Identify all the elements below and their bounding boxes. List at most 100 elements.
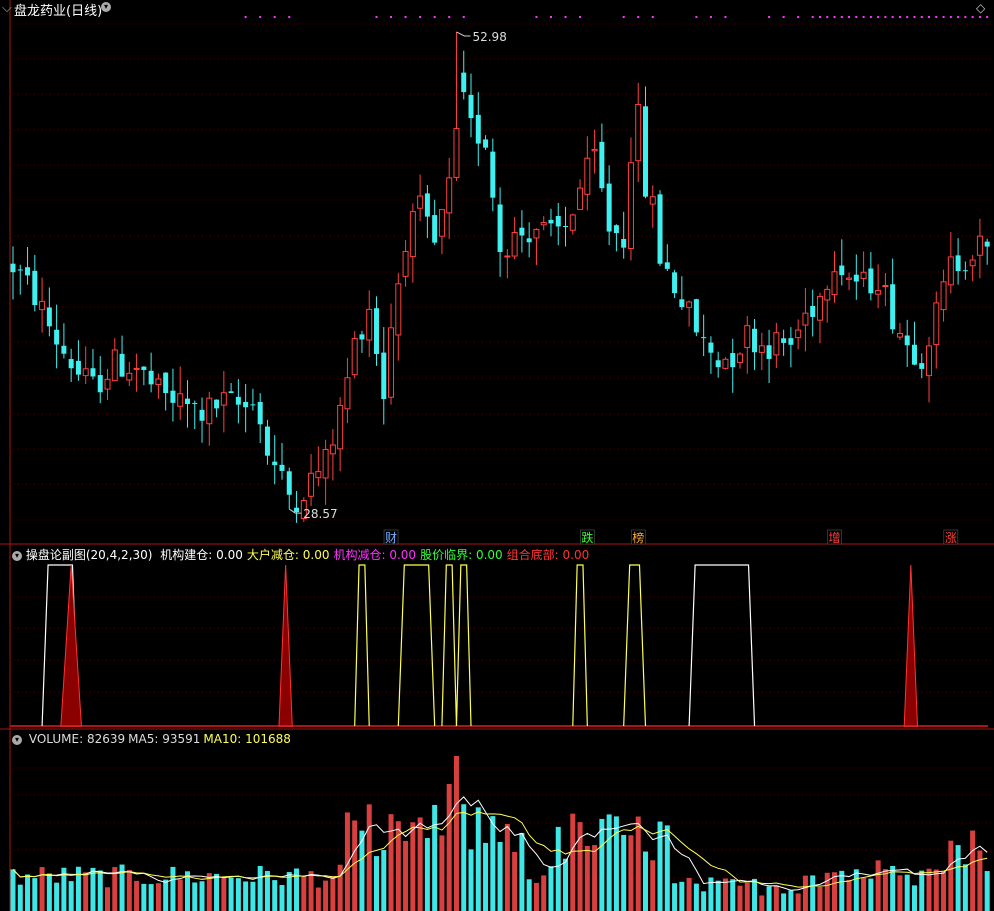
candle-body [511,232,518,257]
indicator-item-label: 机构建仓: [160,548,213,562]
volume-bar [68,881,74,911]
signal-dot [884,16,887,18]
candle-body [111,349,118,382]
candle-body [17,269,23,271]
candle-body [243,401,249,408]
signal-dot [855,16,858,18]
candle-body [424,193,430,217]
volume-bar [948,840,954,911]
indicator-item-value: 0.00 [298,548,330,562]
candle-body [32,270,38,306]
signal-dot [978,16,981,18]
volume-item-value: 93591 [158,732,201,746]
indicator-item: 机构建仓: 0.00 [160,548,243,562]
volume-bar [701,891,707,911]
main-panel-header: ⌵ [2,1,12,16]
volume-bar [54,882,60,911]
volume-bar [235,878,241,911]
candle-body [119,353,125,377]
volume-bar [868,878,874,911]
reduce-pulse [441,564,458,727]
volume-bar [941,871,947,911]
volume-bar [134,880,140,911]
signal-dot [913,16,916,18]
volume-bar [75,866,81,911]
candle-body [141,366,147,370]
indicator-item-value: 0.00 [558,548,590,562]
event-marker: 财 [385,531,397,545]
volume-bar [483,842,489,911]
volume-bar [933,869,939,911]
volume-bar [839,870,845,911]
candle-body [955,255,961,272]
candle-body [613,225,619,234]
build-pulse [688,564,756,727]
volume-bar [628,835,634,911]
volume-bar [250,881,256,911]
volume-bar [962,864,968,911]
candle-body [395,283,402,336]
candle-body [220,392,227,406]
signal-dot [259,16,262,18]
event-marker: 增 [829,531,841,545]
candle-body [555,216,561,227]
signal-dot [898,16,901,18]
volume-bar [272,880,278,911]
signal-dot [797,16,800,18]
signal-dot [244,16,247,18]
volume-bar [32,878,38,911]
chevron-down-icon[interactable]: ▾ [101,2,111,12]
kline-chart[interactable]: 52.98 28.57 财 跌 榜 增 涨 [0,0,994,911]
volume-bar [25,874,31,911]
volume-bar [315,887,321,911]
candle-body [591,148,598,152]
candle-body [417,195,424,209]
volume-bar [795,893,801,911]
volume-bar [432,804,438,911]
candle-body [351,338,358,376]
signal-dot [273,16,276,18]
candle-body [148,370,154,385]
volume-bar [199,881,205,911]
candle-body [969,259,976,267]
signal-dot [862,16,865,18]
candle-body [214,399,220,409]
volume-item: MA5: 93591 [128,732,200,746]
volume-bar [984,871,990,911]
indicator-item-label: 机构减仓: [333,548,386,562]
indicator-header: ▾ 操盘论副图(20,4,2,30) 机构建仓: 0.00 大户减仓: 0.00 机… [12,546,589,562]
volume-bar [141,883,147,911]
candle-body [766,345,772,359]
candle-body [497,204,503,253]
signal-dot [877,16,880,18]
volume-bar [541,875,547,911]
volume-bar [308,871,314,911]
candle-body [163,372,169,394]
signal-dot [622,16,625,18]
candle-body [919,363,925,369]
signal-dot [709,16,712,18]
chevron-down-icon[interactable]: ▾ [12,550,22,561]
candle-body [679,299,685,308]
signal-dot [906,16,909,18]
chevron-down-icon[interactable]: ▾ [12,734,22,745]
volume-bar [163,879,169,911]
indicator-item: 大户减仓: 0.00 [247,548,330,562]
volume-bar [584,845,590,911]
volume-bar [439,835,445,911]
volume-bar [170,866,176,911]
volume-bar [722,878,728,911]
volume-bar [46,873,52,911]
volume-bar [83,872,89,911]
candle-body [264,426,270,456]
diamond-icon[interactable]: ◇ [976,1,985,15]
candle-body [90,368,96,377]
candle-body [664,262,670,269]
volume-bar [730,879,736,911]
candle-body [286,471,292,495]
bottom-pulse [903,564,919,727]
volume-bar [752,878,758,911]
candle-body [337,404,344,450]
collapse-icon[interactable]: ⌵ [2,1,12,16]
volume-bar [526,879,532,911]
